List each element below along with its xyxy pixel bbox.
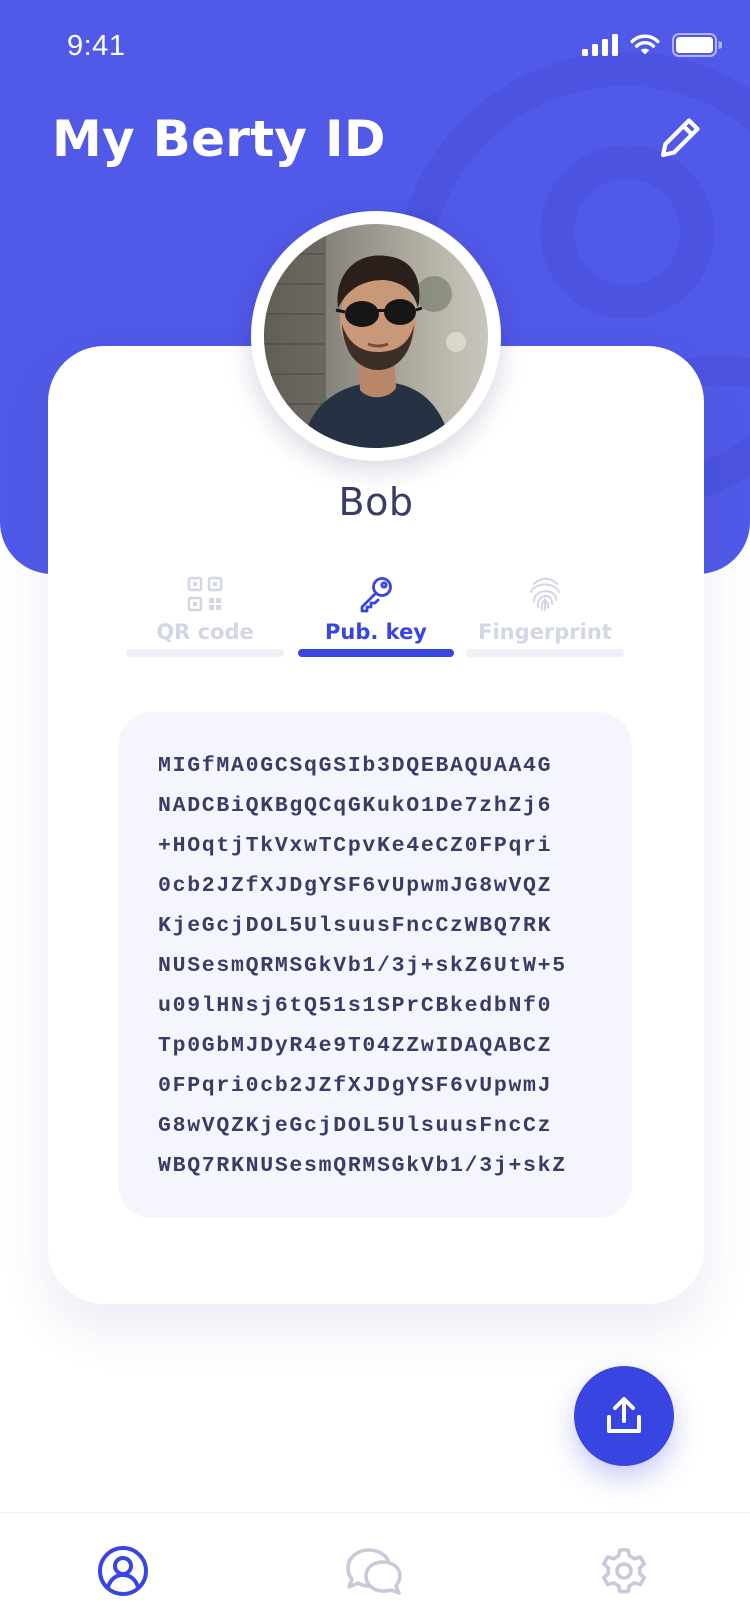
key-line: WBQ7RKNUSesmQRMSGkVb1/3j+skZ: [158, 1154, 567, 1178]
wifi-icon: [630, 34, 660, 55]
key-line: u09lHNsj6tQ51s1SPrCBkedbNf0: [158, 994, 553, 1018]
share-button[interactable]: [574, 1366, 674, 1466]
share-upload-icon: [607, 1397, 641, 1433]
cellular-signal-icon: [582, 34, 618, 56]
tab-indicator: [466, 649, 624, 657]
key-line: NADCBiQKBgQCqGKukO1De7zhZj6: [158, 794, 553, 818]
edit-button[interactable]: [650, 108, 710, 168]
tab-qr-code[interactable]: QR code: [126, 570, 284, 658]
avatar: [251, 211, 501, 461]
nav-chat[interactable]: [344, 1541, 404, 1601]
key-line: KjeGcjDOL5UlsuusFncCzWBQ7RK: [158, 914, 553, 938]
pencil-icon: [660, 118, 700, 158]
tab-label: Pub. key: [325, 620, 427, 644]
key-line: MIGfMA0GCSqGSIb3DQEBAQUAA4G: [158, 754, 553, 778]
bottom-nav: [0, 1512, 750, 1624]
key-icon: [360, 577, 392, 613]
key-line: +HOqtjTkVxwTCpvKe4eCZ0FPqri: [158, 834, 553, 858]
tab-indicator: [126, 649, 284, 657]
user-name: Bob: [338, 480, 414, 524]
id-tabs: QR code Pub. key Fingerprint: [126, 570, 626, 658]
key-line: 0cb2JZfXJDgYSF6vUpwmJG8wVQZ: [158, 874, 553, 898]
chat-bubbles-icon: [346, 1548, 402, 1595]
settings-gear-icon: [602, 1548, 646, 1594]
public-key-box: MIGfMA0GCSqGSIb3DQEBAQUAA4G NADCBiQKBgQC…: [118, 712, 632, 1218]
key-line: Tp0GbMJDyR4e9T04ZZwIDAQABCZ: [158, 1034, 553, 1058]
screen: 9:41 My Berty ID Bob QR code Pub. key Fi…: [0, 0, 750, 1624]
avatar-photo: [264, 224, 488, 448]
tab-label: Fingerprint: [478, 620, 612, 644]
battery-icon: [672, 33, 722, 57]
key-line: 0FPqri0cb2JZfXJDgYSF6vUpwmJ: [158, 1074, 553, 1098]
status-time: 9:41: [67, 30, 126, 62]
nav-profile[interactable]: [93, 1541, 153, 1601]
status-icons: [582, 33, 722, 57]
tab-fingerprint[interactable]: Fingerprint: [466, 570, 624, 658]
profile-photo: [264, 224, 488, 448]
tab-pub-key[interactable]: Pub. key: [298, 570, 454, 658]
qr-code-icon: [187, 576, 223, 612]
key-line: G8wVQZKjeGcjDOL5UlsuusFncCz: [158, 1114, 553, 1138]
key-line: NUSesmQRMSGkVb1/3j+skZ6UtW+5: [158, 954, 567, 978]
fingerprint-icon: [530, 577, 560, 611]
tab-label: QR code: [156, 620, 254, 644]
page-title: My Berty ID: [52, 110, 386, 168]
decor-ring: [540, 145, 714, 319]
profile-icon: [98, 1546, 148, 1596]
nav-settings[interactable]: [594, 1541, 654, 1601]
tab-indicator: [298, 649, 454, 657]
